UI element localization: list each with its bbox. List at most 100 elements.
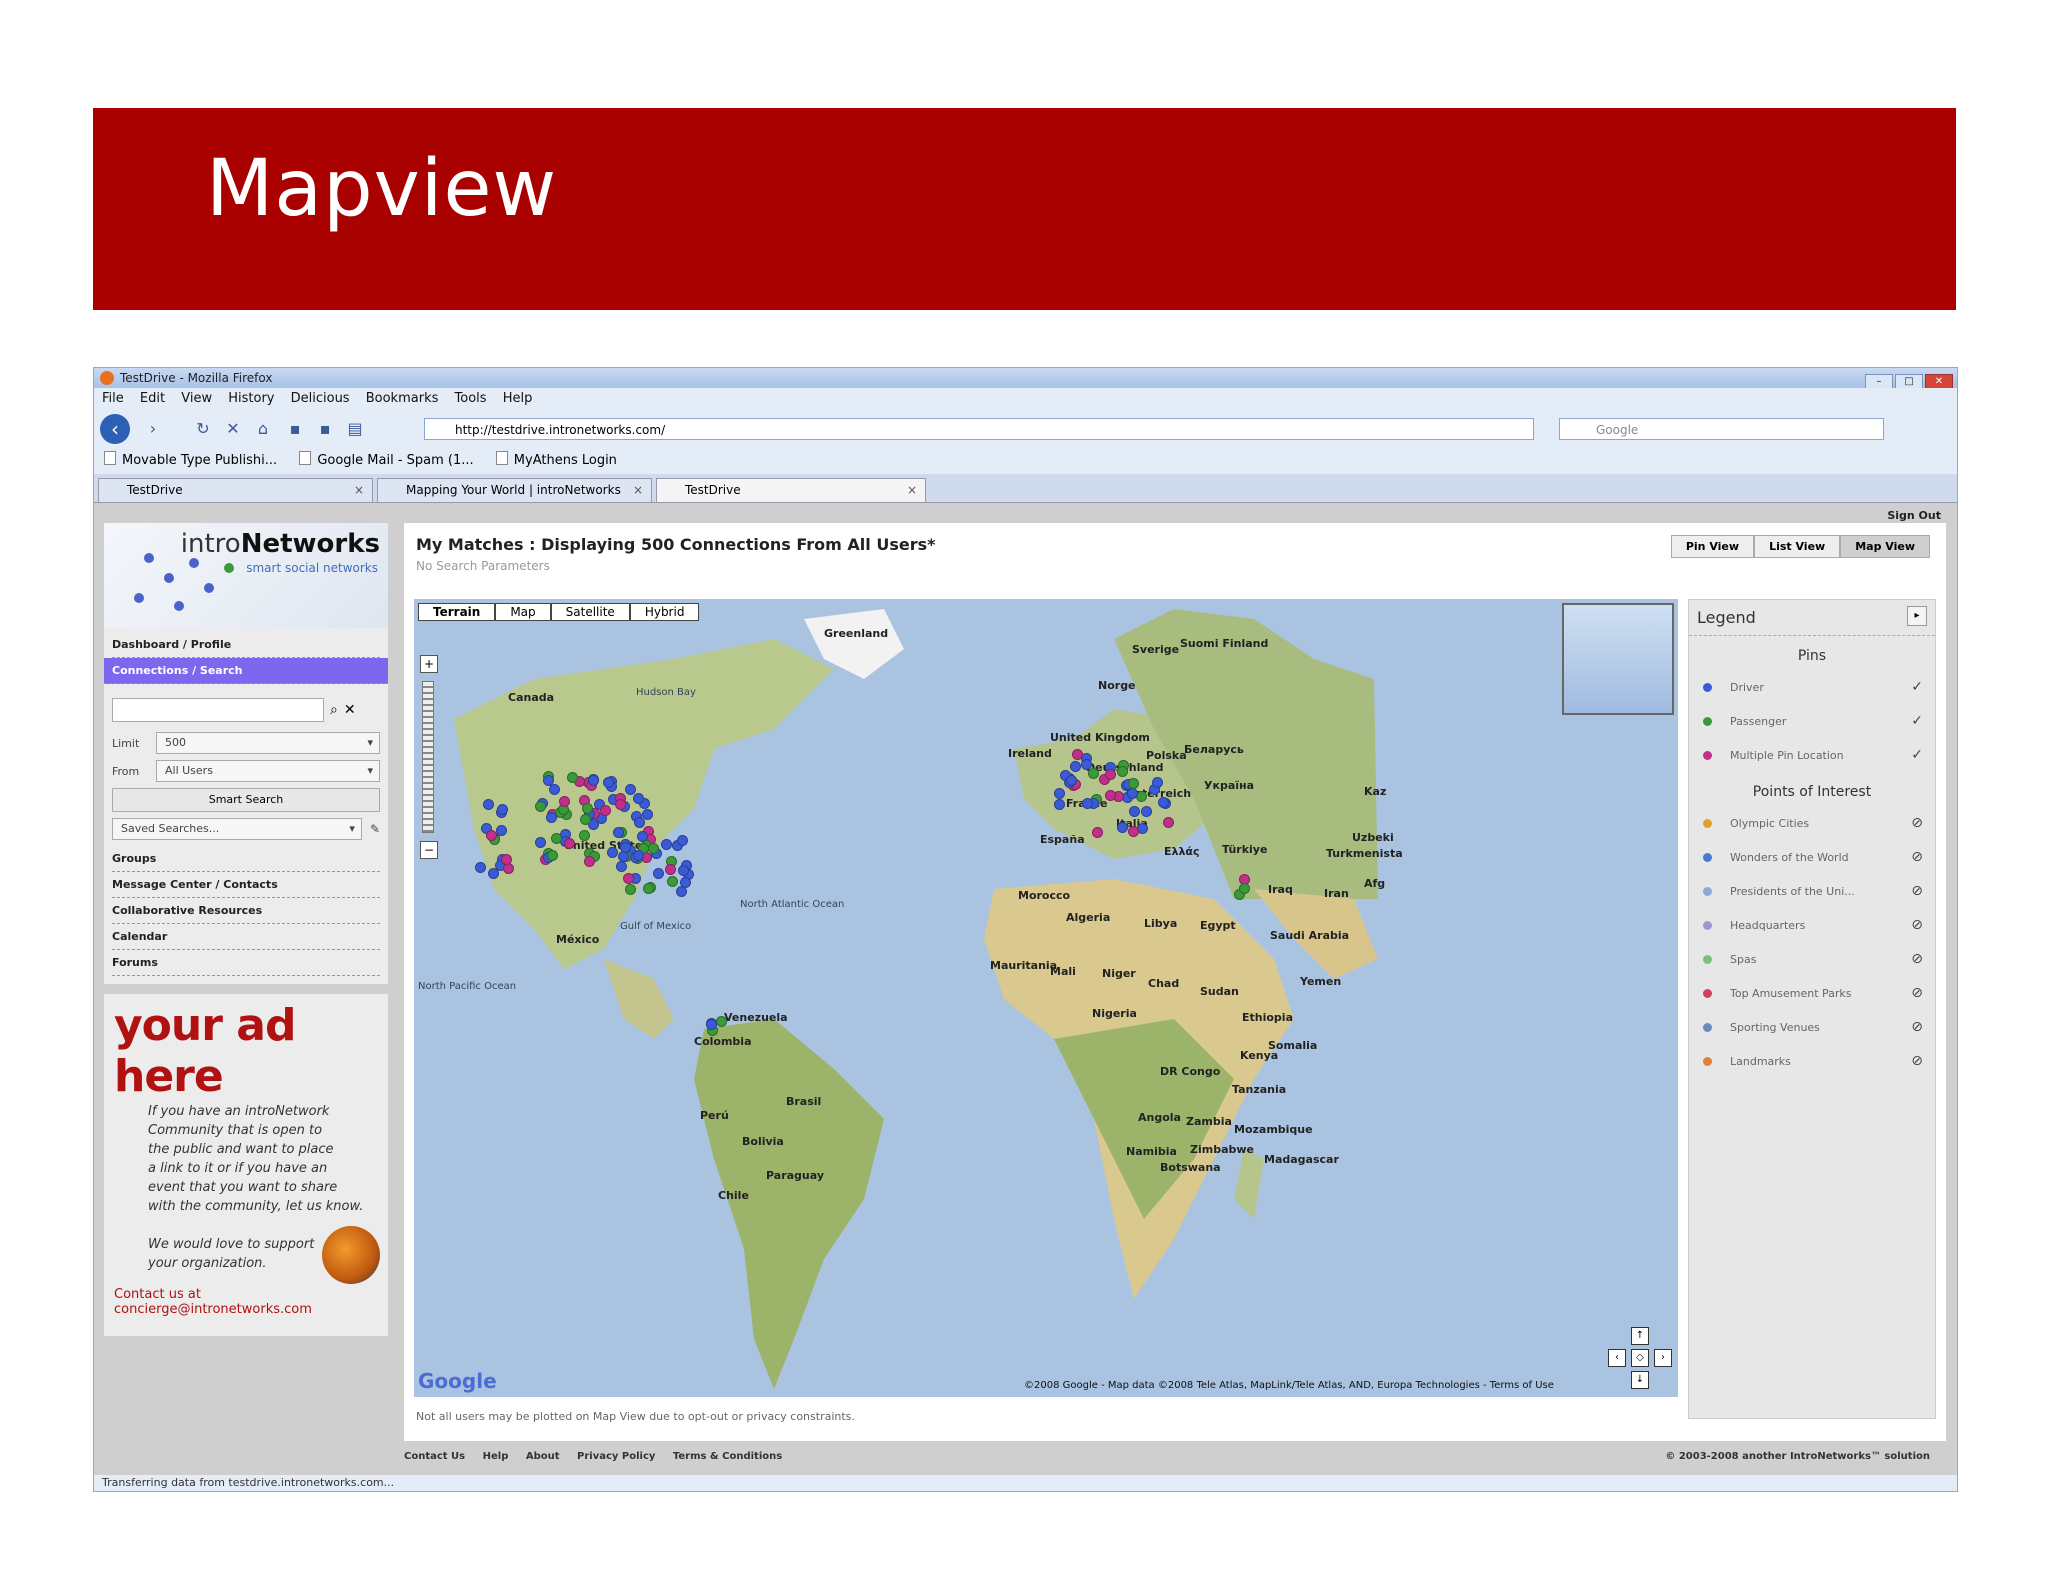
check-icon[interactable]: ✓ bbox=[1911, 713, 1923, 729]
nav-forums[interactable]: Forums bbox=[112, 950, 380, 976]
user-pin-marker[interactable] bbox=[643, 882, 655, 894]
user-pin-marker[interactable] bbox=[559, 795, 571, 807]
print-icon[interactable]: ▤ bbox=[344, 419, 366, 439]
tab-testdrive-1[interactable]: TestDrive × bbox=[98, 478, 373, 502]
back-button[interactable]: ‹ bbox=[100, 414, 130, 444]
user-pin-marker[interactable] bbox=[1127, 825, 1139, 837]
legend-row[interactable]: Landmarks ⊘ bbox=[1689, 1044, 1935, 1078]
menu-help[interactable]: Help bbox=[503, 391, 533, 406]
user-pin-marker[interactable] bbox=[1128, 805, 1140, 817]
legend-row[interactable]: Passenger ✓ bbox=[1689, 704, 1935, 738]
user-pin-marker[interactable] bbox=[550, 832, 562, 844]
map-type-satellite[interactable]: Satellite bbox=[550, 603, 630, 621]
user-pin-marker[interactable] bbox=[1127, 777, 1139, 789]
nav-message-center[interactable]: Message Center / Contacts bbox=[112, 872, 380, 898]
check-icon[interactable]: ✓ bbox=[1911, 679, 1923, 695]
legend-row[interactable]: Spas ⊘ bbox=[1689, 942, 1935, 976]
toggle-off-icon[interactable]: ⊘ bbox=[1911, 1019, 1923, 1035]
map-type-hybrid[interactable]: Hybrid bbox=[629, 603, 700, 621]
footer-help-link[interactable]: Help bbox=[483, 1451, 509, 1462]
menu-file[interactable]: File bbox=[102, 391, 124, 406]
zoom-out-button[interactable]: − bbox=[420, 841, 438, 859]
menu-history[interactable]: History bbox=[228, 391, 274, 406]
user-pin-marker[interactable] bbox=[545, 812, 557, 824]
url-bar[interactable]: http://testdrive.intronetworks.com/ bbox=[424, 418, 1534, 440]
forward-icon[interactable]: › bbox=[142, 419, 164, 439]
overview-map[interactable] bbox=[1562, 603, 1674, 715]
menu-delicious[interactable]: Delicious bbox=[291, 391, 350, 406]
footer-about-link[interactable]: About bbox=[526, 1451, 560, 1462]
saved-searches-select[interactable]: Saved Searches... bbox=[112, 818, 362, 840]
nav-calendar[interactable]: Calendar bbox=[112, 924, 380, 950]
footer-terms-link[interactable]: Terms & Conditions bbox=[673, 1451, 782, 1462]
legend-row[interactable]: Olympic Cities ⊘ bbox=[1689, 806, 1935, 840]
user-pin-marker[interactable] bbox=[1069, 760, 1081, 772]
toggle-off-icon[interactable]: ⊘ bbox=[1911, 883, 1923, 899]
user-pin-marker[interactable] bbox=[632, 792, 644, 804]
sign-out-link[interactable]: Sign Out bbox=[1887, 509, 1941, 522]
footer-contact-link[interactable]: Contact Us bbox=[404, 1451, 465, 1462]
user-pin-marker[interactable] bbox=[496, 804, 508, 816]
toggle-off-icon[interactable]: ⊘ bbox=[1911, 815, 1923, 831]
user-pin-marker[interactable] bbox=[606, 847, 618, 859]
menu-view[interactable]: View bbox=[181, 391, 212, 406]
collapse-legend-icon[interactable]: ▸ bbox=[1907, 606, 1927, 626]
user-pin-marker[interactable] bbox=[637, 830, 649, 842]
menu-tools[interactable]: Tools bbox=[455, 391, 487, 406]
user-pin-marker[interactable] bbox=[633, 816, 645, 828]
tab-testdrive-2[interactable]: TestDrive × bbox=[656, 478, 926, 502]
user-pin-marker[interactable] bbox=[534, 837, 546, 849]
nav-connections-search[interactable]: Connections / Search bbox=[104, 658, 388, 684]
user-pin-marker[interactable] bbox=[715, 1015, 727, 1027]
bookmark-page-icon[interactable]: ▪ bbox=[314, 419, 336, 439]
user-pin-marker[interactable] bbox=[579, 813, 591, 825]
map-type-terrain[interactable]: Terrain bbox=[418, 603, 496, 621]
user-pin-marker[interactable] bbox=[1151, 776, 1163, 788]
toggle-off-icon[interactable]: ⊘ bbox=[1911, 849, 1923, 865]
world-map[interactable]: Terrain Map Satellite Hybrid + − ↑ ‹ ◇ ›… bbox=[414, 599, 1678, 1397]
reload-icon[interactable]: ↻ bbox=[192, 419, 214, 439]
pan-up-button[interactable]: ↑ bbox=[1631, 1327, 1649, 1345]
legend-row[interactable]: Headquarters ⊘ bbox=[1689, 908, 1935, 942]
ad-contact[interactable]: Contact us at concierge@intronetworks.co… bbox=[114, 1287, 378, 1317]
user-pin-marker[interactable] bbox=[612, 826, 624, 838]
legend-row[interactable]: Driver ✓ bbox=[1689, 670, 1935, 704]
menu-bookmarks[interactable]: Bookmarks bbox=[366, 391, 439, 406]
user-pin-marker[interactable] bbox=[1140, 805, 1152, 817]
check-icon[interactable]: ✓ bbox=[1911, 747, 1923, 763]
user-pin-marker[interactable] bbox=[1104, 790, 1116, 802]
user-pin-marker[interactable] bbox=[602, 776, 614, 788]
list-view-button[interactable]: List View bbox=[1754, 535, 1841, 558]
user-pin-marker[interactable] bbox=[1116, 766, 1128, 778]
edit-icon[interactable]: ✎ bbox=[370, 822, 380, 836]
legend-row[interactable]: Wonders of the World ⊘ bbox=[1689, 840, 1935, 874]
pan-right-button[interactable]: › bbox=[1654, 1349, 1672, 1367]
save-icon[interactable]: ▪ bbox=[284, 419, 306, 439]
from-select[interactable]: All Users bbox=[156, 760, 380, 782]
pan-center-button[interactable]: ◇ bbox=[1631, 1349, 1649, 1367]
user-pin-marker[interactable] bbox=[677, 864, 689, 876]
user-pin-marker[interactable] bbox=[1054, 787, 1065, 799]
pan-left-button[interactable]: ‹ bbox=[1608, 1349, 1626, 1367]
user-pin-marker[interactable] bbox=[1080, 758, 1092, 770]
nav-dashboard-profile[interactable]: Dashboard / Profile bbox=[112, 632, 380, 658]
close-tab-icon[interactable]: × bbox=[354, 479, 364, 501]
zoom-slider[interactable] bbox=[422, 681, 434, 833]
nav-collaborative-resources[interactable]: Collaborative Resources bbox=[112, 898, 380, 924]
user-pin-marker[interactable] bbox=[1158, 796, 1170, 808]
user-pin-marker[interactable] bbox=[474, 861, 486, 873]
user-pin-marker[interactable] bbox=[563, 837, 575, 849]
bookmark-item[interactable]: Google Mail - Spam (1... bbox=[299, 453, 473, 468]
tab-mapping-your-world[interactable]: Mapping Your World | introNetworks × bbox=[377, 478, 652, 502]
toggle-off-icon[interactable]: ⊘ bbox=[1911, 951, 1923, 967]
search-input[interactable]: Google bbox=[1559, 418, 1884, 440]
user-pin-marker[interactable] bbox=[587, 774, 599, 786]
connection-search-input[interactable] bbox=[112, 698, 324, 722]
close-tab-icon[interactable]: × bbox=[907, 479, 917, 501]
bookmark-item[interactable]: Movable Type Publishi... bbox=[104, 453, 277, 468]
legend-row[interactable]: Sporting Venues ⊘ bbox=[1689, 1010, 1935, 1044]
user-pin-marker[interactable] bbox=[652, 868, 664, 880]
map-type-map[interactable]: Map bbox=[495, 603, 551, 621]
user-pin-marker[interactable] bbox=[666, 875, 678, 887]
user-pin-marker[interactable] bbox=[664, 864, 676, 876]
